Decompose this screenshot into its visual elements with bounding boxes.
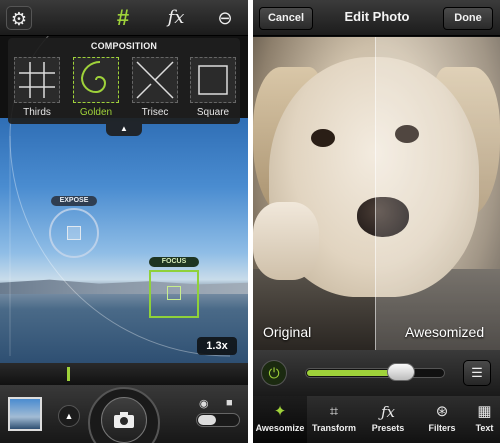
trisec-icon xyxy=(136,61,174,99)
tab-transform[interactable]: ⌗ Transform xyxy=(307,396,361,443)
fx-icon: ƒx xyxy=(380,403,395,421)
zoom-level-badge: 1.3x xyxy=(197,337,237,355)
video-mode-icon: ■ xyxy=(226,397,233,409)
composition-thirds-option[interactable] xyxy=(14,57,60,103)
zoom-slider-indicator[interactable] xyxy=(67,367,70,381)
photo-preview[interactable]: Original Awesomized xyxy=(253,37,500,350)
toggle-knob xyxy=(198,415,216,425)
dog-paw xyxy=(253,202,319,280)
filters-icon: ⊛ xyxy=(435,403,449,420)
power-toggle-icon[interactable]: ⏻ xyxy=(261,360,287,386)
tab-awesomize-label: Awesomize xyxy=(255,423,305,433)
settings-gear-icon[interactable]: ⚙ xyxy=(6,6,32,30)
expand-up-icon[interactable]: ▲ xyxy=(58,405,80,427)
shutter-button[interactable] xyxy=(101,397,147,443)
cancel-button[interactable]: Cancel xyxy=(259,7,313,30)
focus-target-inner xyxy=(167,286,181,300)
compare-divider[interactable] xyxy=(375,37,376,350)
composition-square-label: Square xyxy=(196,107,230,118)
square-icon xyxy=(198,65,228,95)
grid-icon[interactable]: # xyxy=(110,6,136,30)
last-photo-thumbnail[interactable] xyxy=(8,397,42,431)
composition-trisec-option[interactable] xyxy=(132,57,178,103)
dog-eye-left xyxy=(311,129,335,147)
awesomized-half-overlay xyxy=(375,37,500,350)
composition-panel: COMPOSITION Thirds Golden Trisec Square xyxy=(8,38,240,124)
edit-control-bar: ⏻ ☰ xyxy=(253,350,500,396)
awesomized-label: Awesomized xyxy=(405,324,485,340)
composition-square-option[interactable] xyxy=(190,57,236,103)
edit-top-bar: Cancel Edit Photo Done xyxy=(253,0,500,36)
tab-presets-label: Presets xyxy=(371,423,405,433)
tab-text-label: Text xyxy=(475,423,494,433)
text-icon: ▦ xyxy=(477,403,492,420)
expose-target-icon xyxy=(67,226,81,240)
intensity-slider[interactable] xyxy=(305,368,445,378)
composition-golden-option[interactable] xyxy=(73,57,119,103)
tab-text[interactable]: ▦ Text xyxy=(469,396,500,443)
camera-icon xyxy=(114,412,134,428)
focus-target-box[interactable] xyxy=(149,270,199,318)
composition-title: COMPOSITION xyxy=(90,41,158,51)
composition-thirds-label: Thirds xyxy=(23,107,51,118)
fx-icon[interactable]: fx xyxy=(163,6,189,30)
edit-photo-screen: Cancel Edit Photo Done Original Awesomiz… xyxy=(253,0,500,443)
tab-transform-label: Transform xyxy=(311,423,356,433)
thirds-grid-icon xyxy=(19,62,55,98)
transform-icon: ⌗ xyxy=(329,403,339,420)
awesomize-icon: ✦ xyxy=(273,403,287,420)
tab-presets[interactable]: ƒx Presets xyxy=(361,396,415,443)
photo-video-toggle[interactable] xyxy=(196,413,240,427)
tab-filters-label: Filters xyxy=(428,423,456,433)
golden-spiral-icon xyxy=(80,60,107,94)
composition-golden-label: Golden xyxy=(79,107,113,118)
expose-label: EXPOSE xyxy=(51,196,97,206)
original-label: Original xyxy=(263,324,312,340)
collapse-panel-icon[interactable]: ▲ xyxy=(106,124,142,136)
tab-awesomize[interactable]: ✦ Awesomize xyxy=(253,396,307,443)
photo-mode-icon: ◉ xyxy=(199,398,209,410)
camera-top-bar: ⚙ # fx ⊖ xyxy=(0,0,248,36)
app-screenshot: ⚙ # fx ⊖ COMPOSITION Thirds Golden Trise… xyxy=(0,0,500,443)
adjust-settings-icon[interactable]: ☰ xyxy=(463,360,491,386)
edit-tab-bar: ✦ Awesomize ⌗ Transform ƒx Presets ⊛ Fil… xyxy=(253,396,500,443)
camera-screen: ⚙ # fx ⊖ COMPOSITION Thirds Golden Trise… xyxy=(0,0,248,443)
zoom-slider[interactable] xyxy=(0,363,248,385)
exposure-icon[interactable]: ⊖ xyxy=(212,6,238,30)
camera-bottom-bar: ▲ ◉ ■ xyxy=(0,385,248,443)
composition-trisec-label: Trisec xyxy=(141,107,169,118)
tab-filters[interactable]: ⊛ Filters xyxy=(415,396,469,443)
done-button[interactable]: Done xyxy=(443,7,493,30)
intensity-slider-knob[interactable] xyxy=(387,363,415,381)
page-title: Edit Photo xyxy=(344,9,410,24)
focus-label: FOCUS xyxy=(149,257,199,267)
